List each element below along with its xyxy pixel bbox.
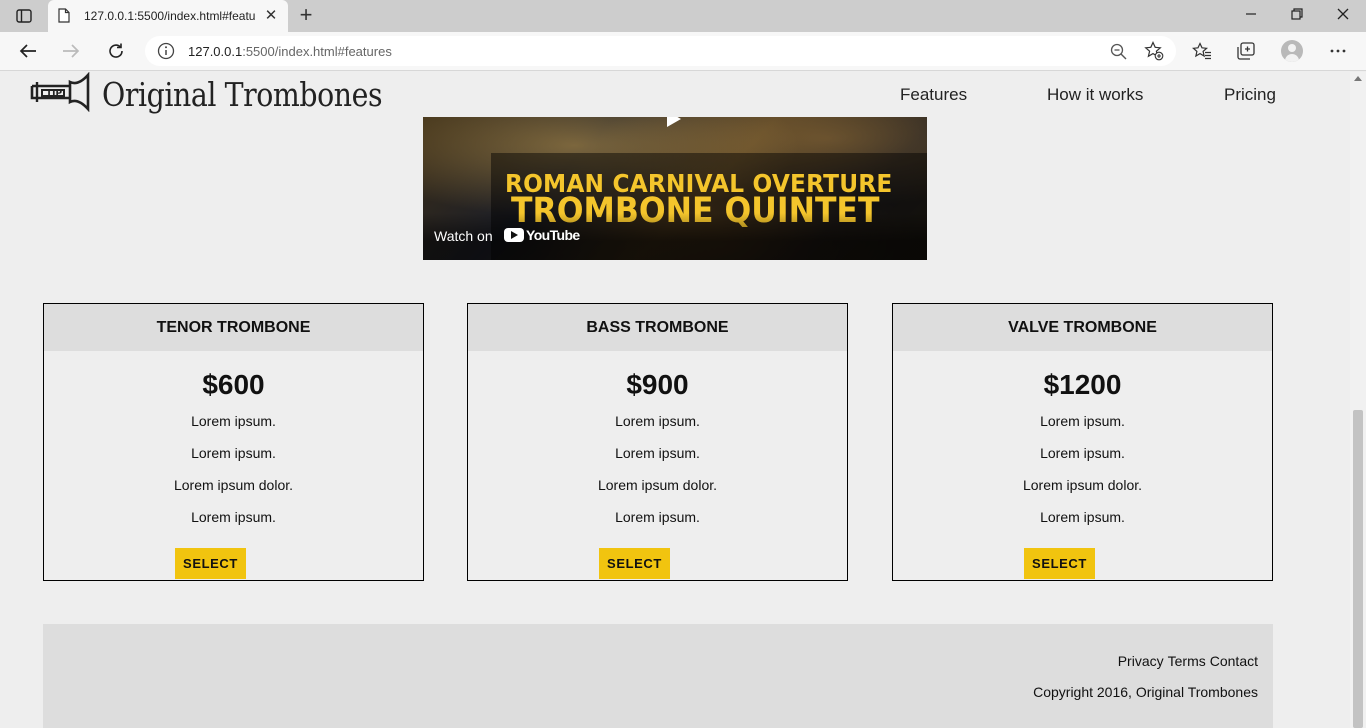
site-footer: Privacy Terms Contact Copyright 2016, Orig… [43,624,1273,728]
browser-tab[interactable]: 127.0.0.1:5500/index.html#featu ✕ [48,0,288,32]
card-feature: Lorem ipsum. [191,413,276,429]
card-feature: Lorem ipsum dolor. [173,477,294,493]
refresh-icon[interactable] [102,38,130,64]
pricing-card-bass: BASS TROMBONE $900 Lorem ipsum. Lorem ip… [467,303,848,581]
logo-text: Original Trombones [102,74,383,114]
trombone-logo-icon: TIP [30,72,90,117]
minimize-icon[interactable] [1236,4,1266,26]
card-feature: Lorem ipsum. [1040,413,1125,429]
more-options-icon[interactable] [1326,39,1350,63]
nav-link-how-it-works[interactable]: How it works [1047,85,1143,105]
card-feature: Lorem ipsum. [615,445,700,461]
select-button-tenor[interactable]: SELECT [175,548,246,579]
video-watch-bar [423,213,927,260]
card-price: $600 [202,369,265,400]
embedded-video[interactable]: ROMAN CARNIVAL OVERTURE TROMBONE QUINTET… [423,117,927,260]
card-title: BASS TROMBONE [468,304,847,351]
scrollbar-thumb[interactable] [1353,410,1363,728]
card-price: $1200 [1043,369,1122,400]
tab-title: 127.0.0.1:5500/index.html#featu [84,9,256,23]
footer-link-privacy[interactable]: Privacy [1118,653,1164,669]
footer-link-contact[interactable]: Contact [1210,653,1258,669]
address-bar[interactable]: 127.0.0.1:5500/index.html#features [145,36,1176,66]
zoom-out-icon[interactable] [1107,40,1129,62]
pricing-card-valve: VALVE TROMBONE $1200 Lorem ipsum. Lorem … [892,303,1273,581]
pricing-card-tenor: TENOR TROMBONE $600 Lorem ipsum. Lorem i… [43,303,424,581]
url-host: 127.0.0.1 [188,44,243,59]
collections-icon[interactable] [1234,39,1258,63]
select-button-bass[interactable]: SELECT [599,548,670,579]
footer-copyright: Copyright 2016, Original Trombones [1033,684,1258,700]
new-tab-icon[interactable]: + [294,4,318,28]
add-favorite-icon[interactable] [1143,40,1165,62]
url-text: 127.0.0.1:5500/index.html#features [188,44,392,59]
card-title: TENOR TROMBONE [44,304,423,351]
card-feature: Lorem ipsum dolor. [597,477,718,493]
play-icon[interactable] [667,117,681,127]
site-logo[interactable]: TIP Original Trombones [30,72,428,116]
card-feature: Lorem ipsum. [191,445,276,461]
footer-links: Privacy Terms Contact [1114,653,1258,669]
youtube-wordmark: YouTube [526,227,580,243]
svg-text:TIP: TIP [46,89,62,99]
page-viewport: TIP Original Trombones Features How it w… [0,72,1350,728]
select-button-valve[interactable]: SELECT [1024,548,1095,579]
tab-actions-icon[interactable] [10,6,38,26]
card-feature: Lorem ipsum. [191,509,276,525]
watch-on-label[interactable]: Watch on [434,228,493,244]
youtube-play-icon [504,228,524,242]
youtube-logo[interactable]: YouTube [504,227,580,243]
nav-link-pricing[interactable]: Pricing [1224,85,1276,105]
scroll-up-arrow-icon[interactable] [1354,76,1362,81]
card-feature: Lorem ipsum. [615,509,700,525]
close-window-icon[interactable] [1328,4,1358,26]
site-info-icon[interactable] [157,42,175,65]
card-feature: Lorem ipsum dolor. [1022,477,1143,493]
footer-link-terms[interactable]: Terms [1168,653,1206,669]
tab-close-icon[interactable]: ✕ [262,7,280,25]
page-scrollbar[interactable] [1350,72,1366,728]
browser-tab-strip: 127.0.0.1:5500/index.html#featu ✕ + [0,0,1366,32]
card-feature: Lorem ipsum. [615,413,700,429]
card-title: VALVE TROMBONE [893,304,1272,351]
card-feature: Lorem ipsum. [1040,445,1125,461]
url-path: :5500/index.html#features [242,44,392,59]
favorites-icon[interactable] [1190,39,1214,63]
profile-avatar[interactable] [1281,40,1303,62]
back-arrow-icon[interactable] [14,38,42,64]
page-icon [58,8,70,28]
browser-toolbar: 127.0.0.1:5500/index.html#features [0,32,1366,71]
forward-arrow-icon[interactable] [57,38,85,64]
nav-link-features[interactable]: Features [900,85,967,105]
restore-icon[interactable] [1282,4,1312,26]
card-price: $900 [626,369,689,400]
card-feature: Lorem ipsum. [1040,509,1125,525]
